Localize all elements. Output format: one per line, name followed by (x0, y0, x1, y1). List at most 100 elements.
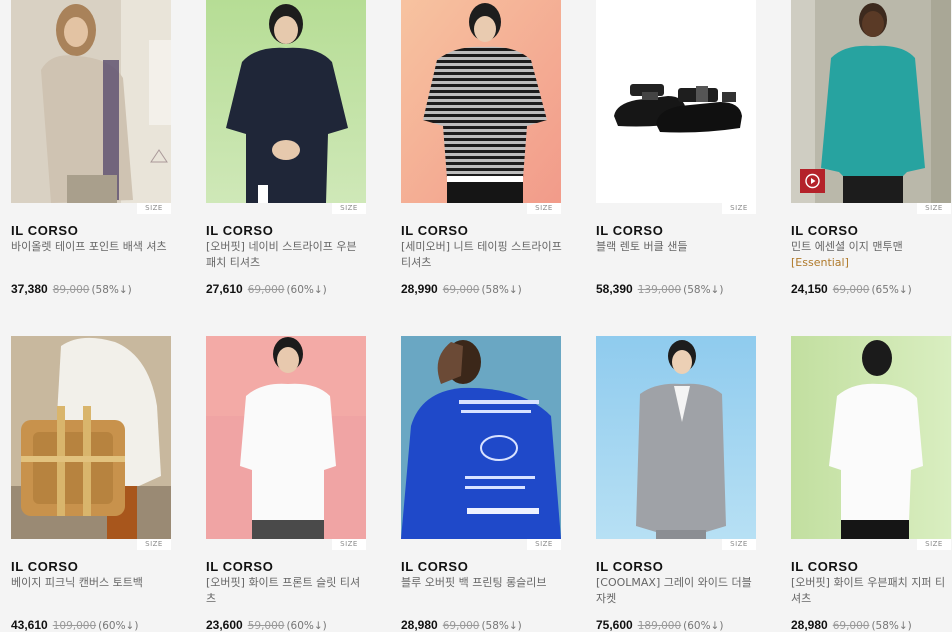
product-name[interactable]: [오버핏] 화이트 프론트 슬릿 티셔츠 (206, 575, 368, 607)
product-name-text[interactable]: [세미오버] 니트 테이핑 스트라이프 티셔츠 (401, 240, 562, 269)
product-brand[interactable]: IL CORSO (596, 223, 663, 238)
product-name[interactable]: 블랙 렌토 버클 샌들 (596, 239, 758, 255)
product-brand[interactable]: IL CORSO (401, 223, 468, 238)
product-image[interactable] (11, 336, 171, 539)
sale-price: 28,980 (791, 618, 828, 632)
original-price: 69,000 (832, 620, 870, 632)
discount-rate: (58%↓) (91, 284, 132, 296)
product-grid: SIZE IL CORSO 바이올렛 테이프 포인트 배색 셔츠 37,380 8… (0, 0, 952, 632)
product-name[interactable]: 베이지 피크닉 캔버스 토트백 (11, 575, 173, 591)
product-name[interactable]: 바이올렛 테이프 포인트 배색 셔츠 (11, 239, 173, 255)
size-tag[interactable]: SIZE (332, 539, 366, 550)
price-row: 75,600 189,000 (60%↓) (596, 618, 723, 632)
product-image[interactable] (596, 336, 756, 539)
original-price: 69,000 (832, 284, 870, 296)
price-row: 43,610 109,000 (60%↓) (11, 618, 138, 632)
sandals-photo-icon (596, 0, 756, 203)
model-carrying-tote-bag-photo-icon (11, 336, 171, 539)
size-tag[interactable]: SIZE (917, 203, 951, 214)
original-price: 139,000 (637, 284, 682, 296)
discount-rate: (60%↓) (286, 284, 327, 296)
product-image[interactable] (401, 0, 561, 203)
price-row: 23,600 59,000 (60%↓) (206, 618, 327, 632)
original-price: 89,000 (52, 284, 90, 296)
price-row: 37,380 89,000 (58%↓) (11, 282, 132, 297)
model-wearing-gray-jacket-photo-icon (596, 336, 756, 539)
product-brand[interactable]: IL CORSO (206, 559, 273, 574)
play-icon (805, 173, 820, 189)
size-tag[interactable]: SIZE (917, 539, 951, 550)
price-row: 28,980 69,000 (58%↓) (401, 618, 522, 632)
product-brand[interactable]: IL CORSO (206, 223, 273, 238)
product-image[interactable] (596, 0, 756, 203)
price-row: 58,390 139,000 (58%↓) (596, 282, 723, 297)
sale-price: 75,600 (596, 618, 633, 632)
discount-rate: (58%↓) (871, 620, 912, 632)
product-name-text[interactable]: [오버핏] 화이트 프론트 슬릿 티셔츠 (206, 576, 360, 605)
original-price: 69,000 (442, 620, 480, 632)
size-tag[interactable]: SIZE (527, 539, 561, 550)
original-price: 109,000 (52, 620, 97, 632)
model-wearing-striped-tshirt-photo-icon (401, 0, 561, 203)
sale-price: 24,150 (791, 282, 828, 296)
product-name-text[interactable]: [오버핏] 네이비 스트라이프 우븐 패치 티셔츠 (206, 240, 357, 269)
product-name[interactable]: 민트 에센셜 이지 맨투맨 [Essential] (791, 239, 952, 271)
model-wearing-white-tshirt-photo-icon (206, 336, 366, 539)
discount-rate: (58%↓) (481, 284, 522, 296)
size-tag[interactable]: SIZE (137, 203, 171, 214)
video-play-button[interactable] (800, 169, 825, 193)
product-name-text[interactable]: 블랙 렌토 버클 샌들 (596, 240, 687, 253)
product-brand[interactable]: IL CORSO (596, 559, 663, 574)
product-name-text[interactable]: 블루 오버핏 백 프린팅 롱슬리브 (401, 576, 547, 589)
discount-rate: (58%↓) (481, 620, 522, 632)
model-wearing-white-tshirt-back-photo-icon (791, 336, 951, 539)
product-image[interactable] (206, 0, 366, 203)
product-name-text[interactable]: 바이올렛 테이프 포인트 배색 셔츠 (11, 240, 167, 253)
model-wearing-shirt-photo-icon (11, 0, 171, 203)
product-name[interactable]: [세미오버] 니트 테이핑 스트라이프 티셔츠 (401, 239, 563, 271)
original-price: 59,000 (247, 620, 285, 632)
discount-rate: (60%↓) (286, 620, 327, 632)
sale-price: 37,380 (11, 282, 48, 296)
product-image[interactable] (11, 0, 171, 203)
product-name[interactable]: 블루 오버핏 백 프린팅 롱슬리브 (401, 575, 563, 591)
price-row: 24,150 69,000 (65%↓) (791, 282, 912, 297)
original-price: 69,000 (247, 284, 285, 296)
sale-price: 43,610 (11, 618, 48, 632)
price-row: 27,610 69,000 (60%↓) (206, 282, 327, 297)
product-brand[interactable]: IL CORSO (401, 559, 468, 574)
product-image[interactable] (401, 336, 561, 539)
size-tag[interactable]: SIZE (137, 539, 171, 550)
product-name-text[interactable]: [COOLMAX] 그레이 와이드 더블 자켓 (596, 576, 752, 605)
discount-rate: (58%↓) (683, 284, 724, 296)
product-name[interactable]: [COOLMAX] 그레이 와이드 더블 자켓 (596, 575, 758, 607)
product-image[interactable] (206, 336, 366, 539)
product-brand[interactable]: IL CORSO (791, 223, 858, 238)
product-name[interactable]: [오버핏] 화이트 우븐패치 지퍼 티셔츠 (791, 575, 952, 607)
discount-rate: (60%↓) (683, 620, 724, 632)
original-price: 189,000 (637, 620, 682, 632)
model-wearing-blue-longsleeve-photo-icon (401, 336, 561, 539)
sale-price: 23,600 (206, 618, 243, 632)
size-tag[interactable]: SIZE (722, 539, 756, 550)
product-name-text[interactable]: [오버핏] 화이트 우븐패치 지퍼 티셔츠 (791, 576, 945, 605)
size-tag[interactable]: SIZE (527, 203, 561, 214)
product-tag[interactable]: [Essential] (791, 255, 952, 271)
product-image[interactable] (791, 0, 951, 203)
product-name[interactable]: [오버핏] 네이비 스트라이프 우븐 패치 티셔츠 (206, 239, 368, 271)
sale-price: 28,990 (401, 282, 438, 296)
product-brand[interactable]: IL CORSO (11, 559, 78, 574)
product-name-text[interactable]: 베이지 피크닉 캔버스 토트백 (11, 576, 143, 589)
product-brand[interactable]: IL CORSO (791, 559, 858, 574)
sale-price: 27,610 (206, 282, 243, 296)
sale-price: 58,390 (596, 282, 633, 296)
product-image[interactable] (791, 336, 951, 539)
product-brand[interactable]: IL CORSO (11, 223, 78, 238)
model-wearing-tshirt-photo-icon (206, 0, 366, 203)
discount-rate: (65%↓) (871, 284, 912, 296)
original-price: 69,000 (442, 284, 480, 296)
price-row: 28,990 69,000 (58%↓) (401, 282, 522, 297)
product-name-text[interactable]: 민트 에센셜 이지 맨투맨 (791, 240, 903, 253)
size-tag[interactable]: SIZE (332, 203, 366, 214)
size-tag[interactable]: SIZE (722, 203, 756, 214)
